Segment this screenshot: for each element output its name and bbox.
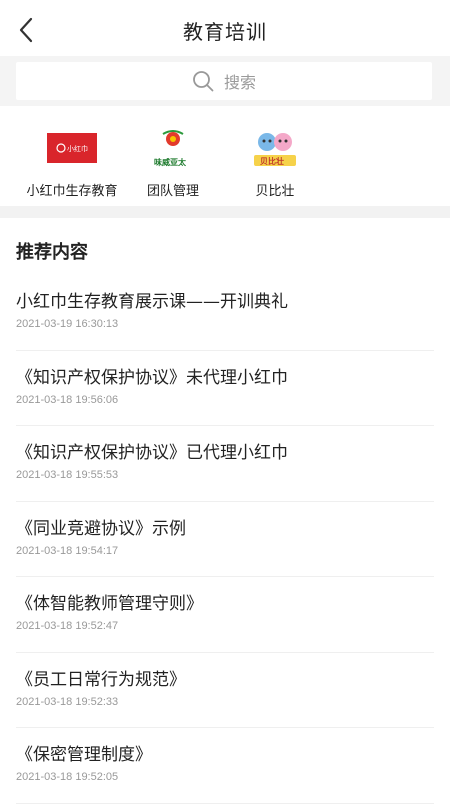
- section-title: 推荐内容: [16, 242, 88, 263]
- shortcut-label: 团队管理: [146, 184, 199, 199]
- shortcut-xiaohongjin[interactable]: 小红巾 小红巾生存教育: [17, 128, 127, 204]
- article-time: 2021-03-18 19:54:17: [16, 544, 119, 557]
- article-time: 2021-03-18 19:52:05: [16, 771, 119, 783]
- list-item[interactable]: 《同业竞避协议》示例 2021-03-18 19:54:17: [16, 502, 434, 577]
- search-icon: [193, 71, 214, 92]
- list-item[interactable]: 《员工日常行为规范》 2021-03-18 19:52:33: [16, 653, 434, 728]
- article-time: 2021-03-19 16:30:13: [16, 318, 119, 330]
- search-placeholder: 搜索: [223, 73, 256, 92]
- article-title: 《员工日常行为规范》: [16, 669, 186, 690]
- article-title: 小红巾生存教育展示课——开训典礼: [16, 292, 288, 312]
- article-title: 《同业竞避协议》示例: [16, 518, 186, 539]
- list-item[interactable]: 《知识产权保护协议》已代理小红巾 2021-03-18 19:55:53: [16, 426, 434, 502]
- article-title: 《知识产权保护协议》未代理小红巾: [16, 367, 288, 388]
- header: 教育培训: [0, 0, 450, 60]
- shortcut-label: 贝比壮: [255, 184, 295, 199]
- page-title: 教育培训: [183, 20, 267, 44]
- xiaohongjin-logo: 小红巾: [47, 128, 97, 168]
- weiwei-yatai-logo: 味威亚太: [148, 128, 198, 168]
- list-item[interactable]: 小红巾生存教育展示课——开训典礼 2021-03-19 16:30:13: [16, 275, 434, 351]
- article-time: 2021-03-18 19:52:33: [16, 695, 119, 708]
- article-title: 《体智能教师管理守则》: [16, 594, 203, 614]
- search-input[interactable]: 搜索: [16, 62, 432, 100]
- shortcut-beibizhuang[interactable]: 贝比壮 贝比壮: [220, 128, 330, 204]
- search-bar: 搜索: [0, 56, 450, 106]
- shortcut-team-management[interactable]: 味威亚太 团队管理: [118, 128, 228, 204]
- svg-text:贝比壮: 贝比壮: [260, 156, 284, 166]
- article-time: 2021-03-18 19:56:06: [16, 393, 119, 406]
- section-divider: [0, 206, 450, 218]
- article-title: 《保密管理制度》: [16, 745, 152, 765]
- list-item[interactable]: 《保密管理制度》 2021-03-18 19:52:05: [16, 728, 434, 804]
- list-item[interactable]: 《体智能教师管理守则》 2021-03-18 19:52:47: [16, 577, 434, 653]
- article-time: 2021-03-18 19:52:47: [16, 620, 119, 632]
- svg-text:小红巾: 小红巾: [67, 144, 88, 153]
- article-title: 《知识产权保护协议》已代理小红巾: [16, 443, 288, 463]
- article-time: 2021-03-18 19:55:53: [16, 469, 119, 481]
- beibizhuang-logo: 贝比壮: [250, 128, 300, 168]
- article-list: 小红巾生存教育展示课——开训典礼 2021-03-19 16:30:13 《知识…: [0, 275, 450, 804]
- shortcut-grid: 小红巾 小红巾生存教育 味威亚太 团队管理 贝比壮 贝比壮: [0, 106, 450, 206]
- list-item[interactable]: 《知识产权保护协议》未代理小红巾 2021-03-18 19:56:06: [16, 351, 434, 426]
- svg-text:味威亚太: 味威亚太: [154, 157, 187, 167]
- shortcut-label: 小红巾生存教育: [26, 184, 118, 199]
